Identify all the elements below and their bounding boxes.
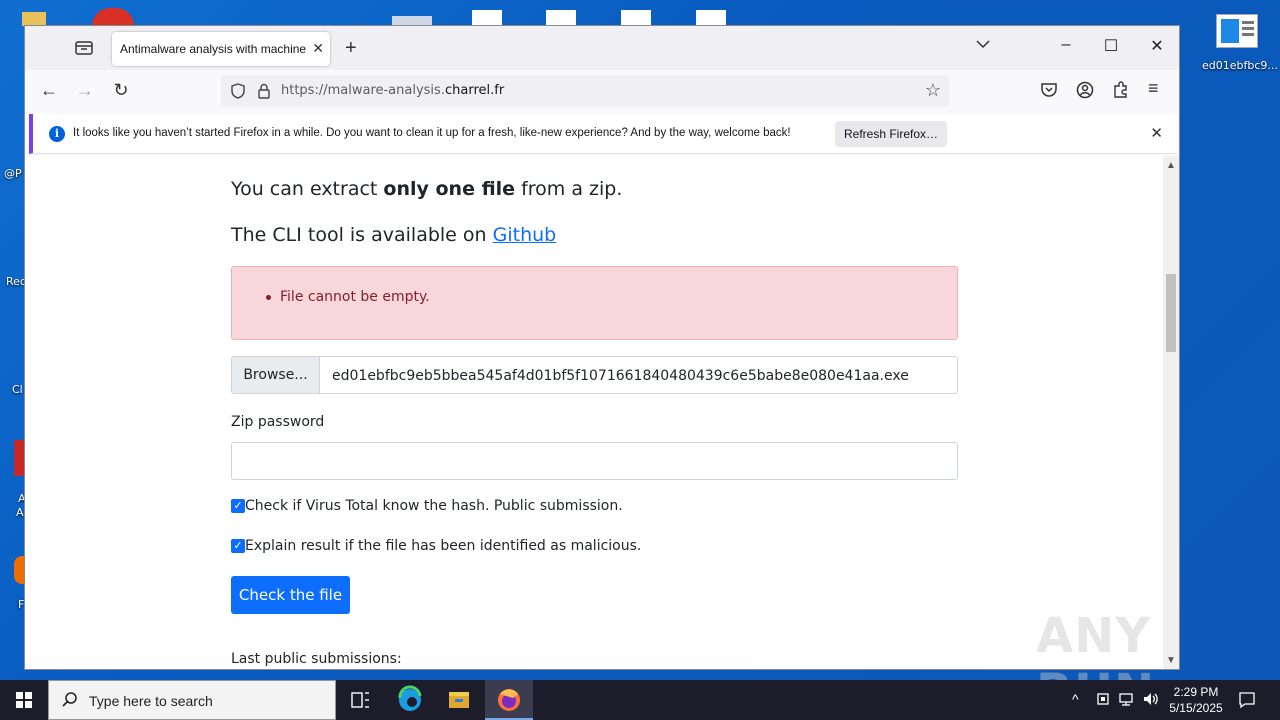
scroll-up-icon[interactable]: ▲	[1166, 160, 1176, 171]
desktop-exe-label: ed01ebfbc9...	[1202, 59, 1278, 72]
task-view-icon[interactable]	[336, 680, 384, 720]
extract-info-text: You can extract	[231, 178, 384, 200]
tab-bar: Antimalware analysis with machine ✕ + – …	[25, 26, 1179, 70]
extract-info-text: from a zip.	[515, 178, 623, 200]
virustotal-label[interactable]: Check if Virus Total know the hash. Publ…	[245, 498, 623, 514]
firefox-view-icon[interactable]	[73, 38, 95, 58]
notification-text: It looks like you haven’t started Firefo…	[73, 127, 791, 139]
file-input[interactable]: Browse... ed01ebfbc9eb5bbea545af4d01bf5f…	[231, 356, 958, 394]
url-prefix: https://malware-analysis.	[281, 83, 445, 98]
scroll-thumb[interactable]	[1166, 274, 1176, 352]
selected-file-name: ed01ebfbc9eb5bbea545af4d01bf5f1071661840…	[332, 368, 909, 384]
notification-bar: i It looks like you haven’t started Fire…	[29, 114, 1177, 154]
desktop-file-icon[interactable]	[696, 10, 726, 26]
close-notification-icon[interactable]: ✕	[1150, 124, 1163, 142]
network-icon[interactable]	[1118, 691, 1136, 710]
account-icon[interactable]	[1076, 81, 1094, 104]
virustotal-checkbox[interactable]: ✓	[231, 499, 245, 513]
url-text[interactable]: https://malware-analysis.charrel.fr	[281, 83, 504, 98]
lock-icon[interactable]	[257, 83, 271, 104]
search-icon	[61, 691, 79, 714]
nav-bar: ← → ↻ https://malware-analysis.charrel.f…	[25, 70, 1179, 112]
explain-checkbox[interactable]: ✓	[231, 539, 245, 553]
firefox-window: Antimalware analysis with machine ✕ + – …	[24, 25, 1180, 670]
file-explorer-icon[interactable]	[435, 680, 483, 720]
maximize-icon[interactable]: ☐	[1096, 36, 1126, 56]
clock-time: 2:29 PM	[1173, 685, 1219, 699]
back-icon[interactable]: ←	[37, 79, 61, 103]
last-submissions-heading: Last public submissions:	[231, 651, 402, 667]
tab-antimalware[interactable]: Antimalware analysis with machine ✕	[112, 32, 330, 66]
search-placeholder: Type here to search	[89, 693, 213, 709]
reload-icon[interactable]: ↻	[109, 79, 133, 103]
check-file-button[interactable]: Check the file	[231, 576, 350, 614]
desktop-file-icon[interactable]	[621, 10, 651, 26]
error-alert: File cannot be empty.	[231, 266, 958, 340]
zip-password-label: Zip password	[231, 414, 325, 430]
desktop-app-icon[interactable]	[14, 556, 24, 584]
extract-info: You can extract only one file from a zip…	[231, 178, 622, 200]
taskbar: Type here to search ^ 2:29 PM 5/15/2025	[0, 680, 1280, 720]
shield-icon[interactable]	[231, 83, 245, 104]
edge-icon[interactable]	[386, 680, 434, 720]
new-tab-icon[interactable]: +	[345, 37, 357, 60]
explain-label[interactable]: Explain result if the file has been iden…	[245, 538, 641, 554]
notifications-icon[interactable]	[1238, 691, 1256, 712]
forward-icon[interactable]: →	[73, 79, 97, 103]
clock-date: 5/15/2025	[1169, 701, 1223, 715]
close-window-icon[interactable]: ✕	[1142, 36, 1172, 56]
pocket-icon[interactable]	[1040, 81, 1058, 104]
taskbar-clock[interactable]: 2:29 PM 5/15/2025	[1166, 684, 1226, 716]
bullet-icon	[266, 295, 271, 300]
github-link[interactable]: Github	[493, 224, 557, 246]
close-tab-icon[interactable]: ✕	[312, 40, 324, 57]
info-icon: i	[49, 126, 65, 142]
desktop-partial-label: @P	[4, 167, 22, 180]
url-bar[interactable]: https://malware-analysis.charrel.fr ☆	[221, 75, 949, 107]
volume-icon[interactable]	[1142, 691, 1160, 710]
start-button[interactable]	[0, 680, 48, 720]
browse-button[interactable]: Browse...	[232, 357, 320, 393]
page-content: You can extract only one file from a zip…	[25, 156, 1165, 669]
cli-info-text: The CLI tool is available on	[231, 224, 493, 246]
desktop-file-icon[interactable]	[472, 10, 502, 26]
refresh-firefox-button[interactable]: Refresh Firefox…	[835, 121, 947, 147]
firefox-taskbar-icon[interactable]	[485, 680, 533, 720]
url-domain: charrel.fr	[444, 83, 505, 98]
tab-list-chevron-icon[interactable]	[968, 36, 998, 54]
desktop-chrome-icon[interactable]	[92, 8, 134, 26]
tray-chevron-icon[interactable]: ^	[1072, 691, 1079, 707]
desktop-partial-label: A	[16, 506, 24, 519]
desktop-partial-label: Cl	[12, 383, 23, 396]
cli-info: The CLI tool is available on Github	[231, 224, 556, 246]
extract-info-bold: only one file	[383, 178, 516, 200]
desktop-partial-label: Rec	[6, 275, 26, 288]
taskbar-search[interactable]: Type here to search	[48, 680, 336, 720]
error-message: File cannot be empty.	[280, 289, 430, 305]
page-scrollbar[interactable]: ▲ ▼	[1163, 156, 1179, 669]
tab-title: Antimalware analysis with machine	[120, 42, 307, 56]
desktop-folder-icon[interactable]	[22, 12, 46, 26]
extensions-icon[interactable]	[1112, 81, 1130, 104]
network-card-icon[interactable]	[1096, 691, 1110, 710]
desktop-file-icon[interactable]	[546, 10, 576, 26]
bookmark-star-icon[interactable]: ☆	[925, 80, 941, 101]
zip-password-input[interactable]	[231, 442, 958, 480]
desktop-exe-icon[interactable]	[1216, 14, 1258, 48]
desktop-app-icon[interactable]	[14, 440, 24, 476]
menu-icon[interactable]: ≡	[1148, 78, 1159, 99]
minimize-icon[interactable]: –	[1051, 36, 1081, 54]
